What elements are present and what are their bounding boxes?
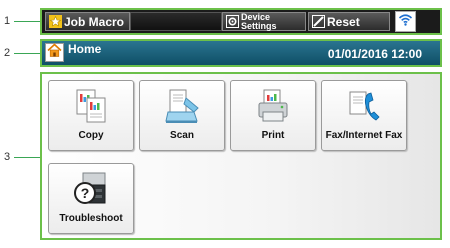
print-label: Print [261,130,285,141]
troubleshoot-label: Troubleshoot [59,213,123,224]
toolbar-blank-slot [130,12,222,31]
scan-icon [164,88,200,129]
home-icon [47,42,62,63]
app-grid: Copy Scan Print Fax/Internet Fax ? Troub… [40,72,442,240]
callout-3-line [14,157,40,158]
device-settings-label: Device Settings [241,12,277,31]
troubleshoot-icon: ? [73,171,109,212]
copy-tile[interactable]: Copy [48,80,134,151]
copy-label: Copy [78,130,104,141]
svg-text:?: ? [81,185,90,201]
job-macro-button[interactable]: Job Macro [45,12,130,31]
wifi-button[interactable] [395,11,416,32]
date-time-display: 01/01/2016 12:00 [327,47,422,61]
print-icon [255,88,291,129]
scan-label: Scan [170,130,194,141]
reset-label: Reset [327,14,360,29]
page-title: Home [68,42,102,56]
home-button[interactable] [45,42,64,63]
fax-icon [346,88,382,129]
callout-2-line [14,53,40,54]
print-tile[interactable]: Print [230,80,316,151]
copy-icon [73,88,109,129]
fax-internet-fax-label: Fax/Internet Fax [325,130,403,141]
callout-1-line [14,21,40,22]
callout-3: 3 [4,151,11,163]
home-bar: Home 01/01/2016 12:00 [40,39,442,67]
device-settings-button[interactable]: Device Settings [222,12,306,31]
troubleshoot-tile[interactable]: ? Troubleshoot [48,163,134,234]
callout-2: 2 [4,47,11,59]
reset-button[interactable]: Reset [308,12,390,31]
fax-internet-fax-tile[interactable]: Fax/Internet Fax [321,80,407,151]
callout-1: 1 [4,15,11,27]
wifi-icon [398,12,413,32]
gear-icon [226,15,239,28]
job-macro-label: Job Macro [64,14,125,29]
toolbar: Job Macro Device Settings Reset [40,8,442,35]
device-settings-line-2: Settings [241,20,277,31]
reset-icon [312,15,325,28]
scan-tile[interactable]: Scan [139,80,225,151]
star-icon [49,15,62,28]
